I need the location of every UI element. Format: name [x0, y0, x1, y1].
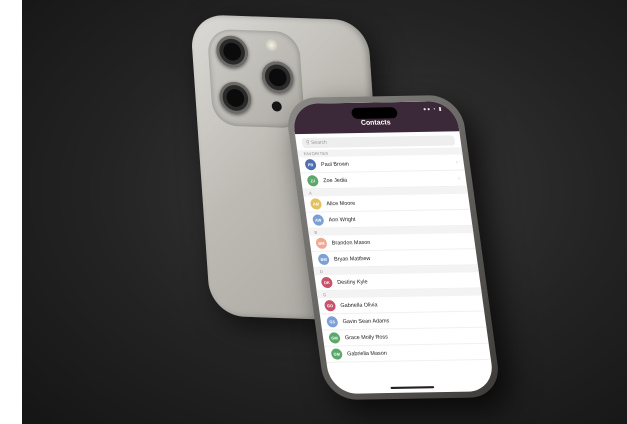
search-input[interactable]: ⚲ Search: [301, 135, 456, 149]
avatar: GO: [323, 300, 337, 312]
avatar: PB: [304, 159, 317, 171]
camera-lens-icon: [215, 35, 250, 69]
dynamic-island: [350, 107, 398, 120]
flash-icon: [265, 38, 278, 52]
contact-name: Zoe Jedia: [322, 177, 348, 184]
contact-name: Paul Brown: [320, 160, 350, 168]
avatar: ZJ: [306, 175, 320, 187]
lidar-sensor-icon: [271, 101, 283, 112]
navigation-header: ●● • ▮ Contacts: [290, 101, 460, 135]
contact-name: Grace Molly Ross: [344, 333, 389, 341]
phone-front: ●● • ▮ Contacts ⚲ Search FAVORITES PB Pau…: [284, 94, 503, 401]
page-title: Contacts: [360, 119, 392, 127]
contact-row[interactable]: GM Gabriella Mason: [324, 343, 491, 363]
avatar: BM: [315, 237, 328, 249]
camera-lens-icon: [218, 81, 253, 115]
avatar: AW: [312, 214, 325, 226]
chevron-right-icon: ›: [455, 159, 459, 166]
contact-name: Bryan Matthew: [333, 255, 371, 263]
avatar: GM: [330, 348, 343, 360]
home-indicator: [390, 386, 435, 389]
avatar: GS: [326, 316, 339, 328]
avatar: BM: [317, 253, 330, 266]
contact-row[interactable]: ZJ Zoe Jedia ›: [300, 170, 467, 190]
camera-lens-icon: [260, 60, 295, 95]
contact-name: Destiny Kyle: [336, 278, 368, 286]
chevron-right-icon: ›: [457, 175, 461, 182]
photo-background: ●● • ▮ Contacts ⚲ Search FAVORITES PB Pau…: [22, 0, 627, 424]
contacts-list: A AM Alice Moore AW Ann Wright B BM Brandon Mas…: [302, 186, 491, 363]
contact-name: Brandon Mason: [331, 239, 371, 247]
contact-row[interactable]: DK Destiny Kyle: [314, 272, 482, 292]
phone-screen: ●● • ▮ Contacts ⚲ Search FAVORITES PB Pau…: [290, 101, 496, 395]
avatar: DK: [320, 276, 334, 289]
contact-name: Ann Wright: [328, 216, 356, 223]
search-icon: ⚲: [305, 139, 311, 147]
status-icons: ●● • ▮: [422, 106, 443, 113]
contact-name: Gabriella Olivia: [340, 301, 378, 309]
contact-row[interactable]: AW Ann Wright: [305, 209, 473, 229]
contact-name: Alice Moore: [325, 200, 356, 207]
favorites-list: PB Paul Brown › ZJ Zoe Jedia ›: [298, 154, 467, 190]
avatar: GM: [328, 332, 341, 344]
contact-name: Gavin Sean Adams: [342, 317, 390, 325]
contact-row[interactable]: BM Bryan Matthew: [311, 249, 478, 269]
contact-name: Gabriella Mason: [346, 350, 388, 357]
avatar: AM: [309, 198, 323, 210]
search-placeholder: Search: [310, 139, 328, 146]
